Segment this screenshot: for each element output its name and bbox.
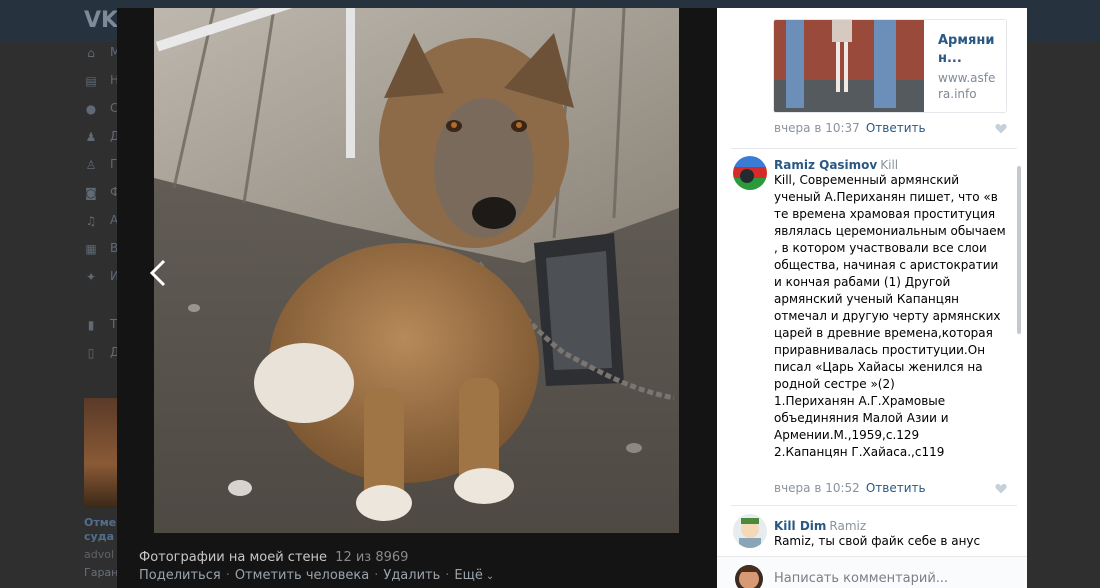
avatar-image bbox=[733, 156, 767, 190]
more-label: Ещё bbox=[454, 568, 483, 583]
comment-input-bar bbox=[717, 556, 1027, 588]
photo[interactable] bbox=[154, 8, 679, 533]
divider bbox=[731, 505, 1017, 506]
comment-header: Kill Dim Ramiz bbox=[774, 515, 866, 534]
comment-text: Kill, Современный армянский ученый А.Пер… bbox=[774, 172, 1009, 461]
comment-text: Ramiz, ты свой файк себе в анус bbox=[774, 533, 1009, 550]
delete-button[interactable]: Удалить bbox=[383, 568, 440, 583]
comments-panel: Армянин... www.asfera.info вчера в 10:37… bbox=[717, 8, 1027, 588]
camera-icon: ◙ bbox=[85, 186, 97, 200]
vk-logo[interactable]: VK bbox=[84, 8, 118, 33]
sidebar-item[interactable]: ⌂ М bbox=[82, 44, 122, 62]
reply-button[interactable]: Ответить bbox=[866, 481, 926, 495]
my-avatar-image bbox=[735, 565, 763, 588]
sidebar-item[interactable]: ◙ Ф bbox=[82, 184, 122, 202]
music-icon: ♫ bbox=[85, 214, 97, 228]
link-preview-card[interactable]: Армянин... www.asfera.info bbox=[773, 19, 1007, 113]
comment-time[interactable]: вчера в 10:37 bbox=[774, 121, 860, 135]
sidebar-item[interactable]: ▯ Д bbox=[82, 344, 122, 362]
sidebar-item[interactable]: ▤ Н bbox=[82, 72, 122, 90]
ad-title[interactable]: Отме bbox=[84, 516, 118, 529]
video-icon: ▦ bbox=[85, 242, 97, 256]
ad-domain: advol bbox=[84, 548, 115, 561]
album-title[interactable]: Фотографии на моей стене bbox=[139, 550, 327, 565]
home-icon: ⌂ bbox=[87, 46, 95, 60]
dog-photo-image bbox=[154, 8, 679, 533]
sidebar-item[interactable]: ● С bbox=[82, 100, 122, 118]
comment-time[interactable]: вчера в 10:52 bbox=[774, 481, 860, 495]
link-title[interactable]: Армянин... bbox=[938, 32, 1004, 68]
chevron-down-icon: ⌄ bbox=[485, 571, 495, 582]
comment-paragraph: Ramiz, ты свой файк себе в анус bbox=[774, 534, 981, 548]
sidebar-item[interactable]: ✦ И bbox=[82, 268, 122, 286]
comment-author[interactable]: Ramiz Qasimov bbox=[774, 158, 877, 172]
share-button[interactable]: Поделиться bbox=[139, 568, 221, 583]
document-icon: ▯ bbox=[87, 346, 95, 360]
photo-viewer: Фотографии на моей стене 12 из 8969 Поде… bbox=[117, 8, 717, 588]
messages-icon: ● bbox=[85, 102, 97, 116]
sidebar-item[interactable]: ♫ А bbox=[82, 212, 122, 230]
photo-counter: 12 из 8969 bbox=[335, 550, 409, 565]
avatar[interactable] bbox=[733, 156, 767, 190]
comment-header: Ramiz Qasimov Kill bbox=[774, 154, 898, 173]
reply-button[interactable]: Ответить bbox=[866, 121, 926, 135]
comment-paragraph: 1.Периханян А.Г.Храмовые объединяния Мал… bbox=[774, 394, 949, 442]
comment-addressee[interactable]: Kill bbox=[880, 158, 898, 172]
sidebar-item[interactable]: ♙ Г bbox=[82, 156, 122, 174]
friends-icon: ♟ bbox=[85, 130, 97, 144]
my-avatar bbox=[735, 565, 763, 588]
tag-person-button[interactable]: Отметить человека bbox=[235, 568, 369, 583]
games-icon: ✦ bbox=[85, 270, 97, 284]
prev-photo-arrow-icon[interactable] bbox=[147, 258, 171, 288]
separator: · bbox=[374, 568, 379, 583]
news-icon: ▤ bbox=[85, 74, 97, 88]
avatar-image bbox=[733, 514, 767, 548]
scrollbar[interactable] bbox=[1017, 166, 1021, 334]
comment-meta: вчера в 10:37 Ответить bbox=[774, 121, 926, 135]
comment-author[interactable]: Kill Dim bbox=[774, 519, 826, 533]
separator: · bbox=[225, 568, 230, 583]
comment-paragraph: Kill, Современный армянский ученый А.Пер… bbox=[774, 173, 1006, 391]
sidebar-item[interactable]: ▦ В bbox=[82, 240, 122, 258]
avatar[interactable] bbox=[733, 514, 767, 548]
groups-icon: ♙ bbox=[85, 158, 97, 172]
link-domain: www.asfera.info bbox=[938, 71, 996, 101]
comment-meta: вчера в 10:52 Ответить bbox=[774, 481, 926, 495]
link-preview-image bbox=[774, 20, 924, 112]
photo-actions: Поделиться · Отметить человека · Удалить · Ещё… bbox=[139, 568, 494, 583]
comment-addressee[interactable]: Ramiz bbox=[829, 519, 866, 533]
sidebar-item[interactable]: ♟ Д bbox=[82, 128, 122, 146]
comment-input[interactable] bbox=[774, 567, 1009, 588]
sidebar-item[interactable]: ▮ Т bbox=[82, 316, 122, 334]
bag-icon: ▮ bbox=[87, 318, 95, 332]
like-heart-icon[interactable] bbox=[995, 123, 1007, 134]
ad-text: Гаран bbox=[84, 566, 118, 579]
separator: · bbox=[445, 568, 450, 583]
divider bbox=[731, 148, 1017, 149]
photo-caption: Фотографии на моей стене 12 из 8969 bbox=[139, 550, 408, 565]
more-button[interactable]: Ещё ⌄ bbox=[454, 568, 494, 583]
like-heart-icon[interactable] bbox=[995, 483, 1007, 494]
ad-title-2[interactable]: суда bbox=[84, 530, 118, 543]
ad-image[interactable] bbox=[84, 398, 118, 508]
comment-paragraph: 2.Капанцян Г.Хайаса.,с119 bbox=[774, 445, 945, 459]
